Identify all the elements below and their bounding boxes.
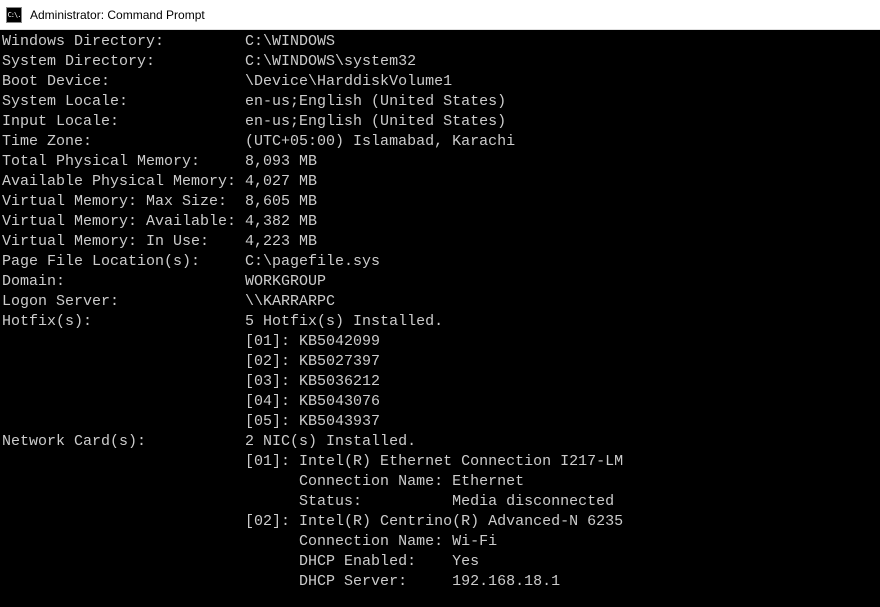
window-title: Administrator: Command Prompt — [30, 8, 205, 22]
cmd-icon: C:\. — [6, 7, 22, 23]
titlebar[interactable]: C:\. Administrator: Command Prompt — [0, 0, 880, 30]
terminal-output[interactable]: Windows Directory: C:\WINDOWS System Dir… — [0, 30, 880, 607]
